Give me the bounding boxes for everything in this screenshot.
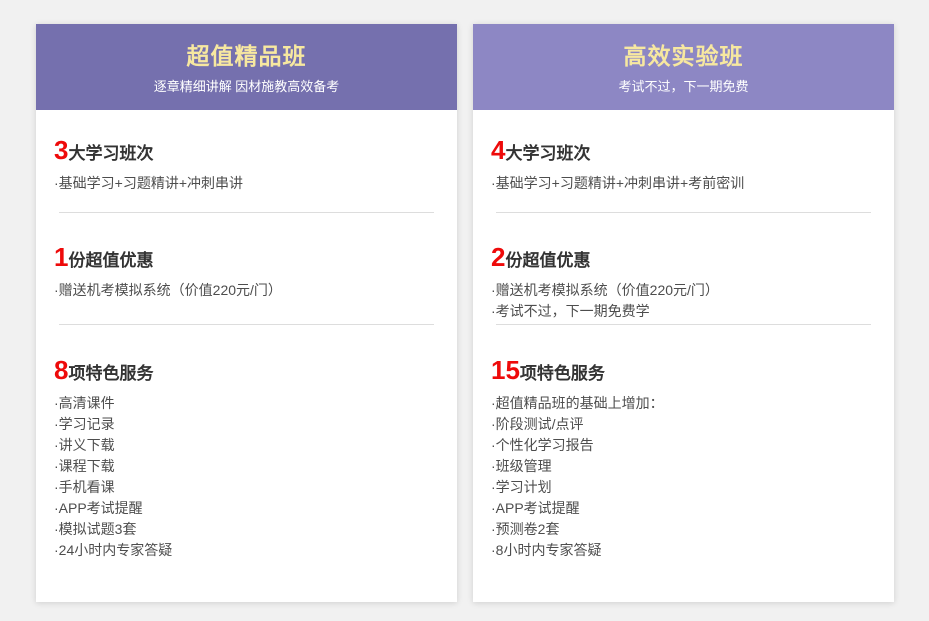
section-count: 2 xyxy=(491,242,505,272)
section-items: ·高清课件·学习记录·讲义下载·课程下载·手机看课·APP考试提醒·模拟试题3套… xyxy=(54,393,439,561)
feature-item: ·赠送机考模拟系统（价值220元/门） xyxy=(54,280,439,301)
feature-item: ·预测卷2套 xyxy=(491,519,876,540)
feature-item: ·学习计划 xyxy=(491,477,876,498)
card-subtitle: 考试不过，下一期免费 xyxy=(473,76,894,95)
feature-item: ·考试不过，下一期免费学 xyxy=(491,301,876,322)
card-body: 4大学习班次 ·基础学习+习题精讲+冲刺串讲+考前密训 2份超值优惠 ·赠送机考… xyxy=(473,110,894,561)
feature-item: ·讲义下载 xyxy=(54,435,439,456)
feature-item: ·高清课件 xyxy=(54,393,439,414)
section-heading: 8项特色服务 xyxy=(54,357,439,384)
card-header: 高效实验班 考试不过，下一期免费 xyxy=(473,24,894,110)
section-heading-text: 大学习班次 xyxy=(68,144,153,163)
section-featured-services: 15项特色服务 ·超值精品班的基础上增加：·阶段测试/点评·个性化学习报告·班级… xyxy=(473,325,894,561)
section-discounts: 2份超值优惠 ·赠送机考模拟系统（价值220元/门）·考试不过，下一期免费学 xyxy=(473,213,894,325)
section-heading-text: 份超值优惠 xyxy=(505,251,590,270)
feature-item: ·8小时内专家答疑 xyxy=(491,540,876,561)
course-comparison: 超值精品班 逐章精细讲解 因材施教高效备考 3大学习班次 ·基础学习+习题精讲+… xyxy=(0,0,929,602)
section-heading: 1份超值优惠 xyxy=(54,244,439,271)
section-heading: 4大学习班次 xyxy=(491,137,876,164)
section-items: ·赠送机考模拟系统（价值220元/门）·考试不过，下一期免费学 xyxy=(491,280,876,322)
section-count: 4 xyxy=(491,135,505,165)
feature-item: ·APP考试提醒 xyxy=(491,498,876,519)
card-subtitle: 逐章精细讲解 因材施教高效备考 xyxy=(36,76,457,95)
section-heading-text: 项特色服务 xyxy=(68,364,153,383)
section-items: ·超值精品班的基础上增加：·阶段测试/点评·个性化学习报告·班级管理·学习计划·… xyxy=(491,393,876,561)
section-heading-text: 份超值优惠 xyxy=(68,251,153,270)
feature-item: ·个性化学习报告 xyxy=(491,435,876,456)
card-body: 3大学习班次 ·基础学习+习题精讲+冲刺串讲 1份超值优惠 ·赠送机考模拟系统（… xyxy=(36,110,457,561)
section-heading: 15项特色服务 xyxy=(491,357,876,384)
section-count: 3 xyxy=(54,135,68,165)
section-items: ·基础学习+习题精讲+冲刺串讲+考前密训 xyxy=(491,173,876,194)
section-count: 8 xyxy=(54,355,68,385)
feature-item: ·阶段测试/点评 xyxy=(491,414,876,435)
section-count: 15 xyxy=(491,355,520,385)
section-items: ·基础学习+习题精讲+冲刺串讲 xyxy=(54,173,439,194)
card-title: 超值精品班 xyxy=(36,42,457,70)
section-items: ·赠送机考模拟系统（价值220元/门） xyxy=(54,280,439,301)
feature-item: ·班级管理 xyxy=(491,456,876,477)
section-discounts: 1份超值优惠 ·赠送机考模拟系统（价值220元/门） xyxy=(36,213,457,325)
card-title: 高效实验班 xyxy=(473,42,894,70)
feature-item: ·赠送机考模拟系统（价值220元/门） xyxy=(491,280,876,301)
feature-item: ·基础学习+习题精讲+冲刺串讲+考前密训 xyxy=(491,173,876,194)
feature-item: ·APP考试提醒 xyxy=(54,498,439,519)
feature-item: ·手机看课 xyxy=(54,477,439,498)
feature-item: ·学习记录 xyxy=(54,414,439,435)
section-heading: 3大学习班次 xyxy=(54,137,439,164)
section-count: 1 xyxy=(54,242,68,272)
feature-item: ·超值精品班的基础上增加： xyxy=(491,393,876,414)
feature-item: ·课程下载 xyxy=(54,456,439,477)
section-heading-text: 大学习班次 xyxy=(505,144,590,163)
course-card-super-value: 超值精品班 逐章精细讲解 因材施教高效备考 3大学习班次 ·基础学习+习题精讲+… xyxy=(36,24,457,602)
section-heading: 2份超值优惠 xyxy=(491,244,876,271)
section-study-classes: 3大学习班次 ·基础学习+习题精讲+冲刺串讲 xyxy=(36,110,457,213)
course-card-high-efficiency: 高效实验班 考试不过，下一期免费 4大学习班次 ·基础学习+习题精讲+冲刺串讲+… xyxy=(473,24,894,602)
card-header: 超值精品班 逐章精细讲解 因材施教高效备考 xyxy=(36,24,457,110)
section-study-classes: 4大学习班次 ·基础学习+习题精讲+冲刺串讲+考前密训 xyxy=(473,110,894,213)
feature-item: ·模拟试题3套 xyxy=(54,519,439,540)
feature-item: ·基础学习+习题精讲+冲刺串讲 xyxy=(54,173,439,194)
section-heading-text: 项特色服务 xyxy=(520,364,605,383)
section-featured-services: 8项特色服务 ·高清课件·学习记录·讲义下载·课程下载·手机看课·APP考试提醒… xyxy=(36,325,457,561)
feature-item: ·24小时内专家答疑 xyxy=(54,540,439,561)
